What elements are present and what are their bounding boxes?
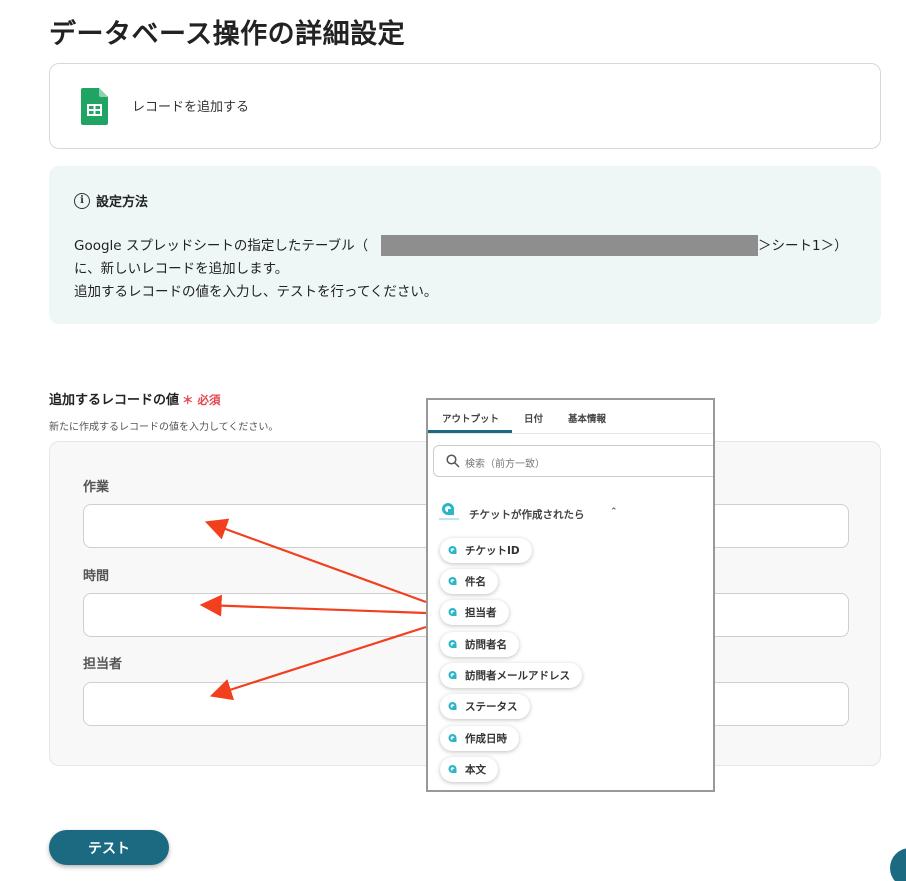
channel-talk-icon [448, 607, 457, 616]
output-chip-label: 担当者 [465, 607, 497, 619]
info-title: 設定方法 [96, 195, 149, 210]
field-label-sagyo: 作業 [83, 480, 110, 495]
output-chip-label: 件名 [465, 576, 486, 588]
tab-basic-info[interactable]: 基本情報 [568, 411, 606, 425]
tab-output[interactable]: アウトプット [442, 411, 499, 425]
output-chip[interactable]: 件名 [440, 569, 498, 594]
output-chip-label: 作成日時 [465, 733, 507, 745]
page-title: データベース操作の詳細設定 [49, 19, 406, 50]
info-body: Google スプレッドシートの指定したテーブル（ ＞シート1＞） に、新しいレ… [74, 235, 848, 304]
channel-talk-icon [448, 639, 457, 648]
help-bubble[interactable] [890, 848, 906, 881]
google-sheets-icon [81, 88, 108, 125]
record-field-description: 新たに作成するレコードの値を入力してください。 [49, 422, 279, 433]
info-line1-end: ＞シート1＞） [758, 238, 848, 254]
output-chip[interactable]: 担当者 [440, 600, 509, 625]
info-icon: i [74, 192, 90, 209]
channel-talk-icon [448, 545, 457, 554]
output-chip[interactable]: 訪問者名 [440, 632, 519, 657]
channel-talk-icon [448, 670, 457, 679]
info-line-3: 追加するレコードの値を入力し、テストを行ってください。 [74, 284, 438, 300]
info-box: i 設定方法 Google スプレッドシートの指定したテーブル（ ＞シート1＞）… [49, 166, 881, 324]
info-header: i 設定方法 [74, 191, 148, 210]
output-chip-label: 訪問者名 [465, 639, 507, 651]
output-chip[interactable]: ステータス [440, 694, 530, 719]
field-label-tantousha: 担当者 [83, 657, 123, 672]
output-picker-popup: アウトプット 日付 基本情報 検索（前方一致） チケットが作成されたら ⌃ チケ… [426, 398, 715, 792]
field-label-jikan: 時間 [83, 569, 110, 584]
channel-talk-icon [448, 733, 457, 742]
output-chip-label: 本文 [465, 764, 486, 776]
tab-date[interactable]: 日付 [524, 411, 543, 425]
output-chip-label: 訪問者メールアドレス [465, 670, 570, 682]
channel-talk-icon [448, 764, 457, 773]
action-card[interactable]: レコードを追加する [49, 63, 881, 149]
info-line-1: Google スプレッドシートの指定したテーブル（ ＞シート1＞） [74, 235, 848, 258]
channel-talk-icon [448, 701, 457, 710]
output-chip[interactable]: 作成日時 [440, 726, 519, 751]
search-input[interactable]: 検索（前方一致） [433, 445, 713, 477]
test-button[interactable]: テスト [49, 830, 169, 865]
required-badge: ＊ 必須 [182, 393, 221, 407]
info-line-2: に、新しいレコードを追加します。 [74, 261, 289, 277]
output-chip-label: チケットID [465, 545, 520, 557]
channel-talk-logo [439, 503, 459, 520]
search-icon [446, 454, 460, 468]
output-chip[interactable]: 訪問者メールアドレス [440, 663, 582, 688]
action-label: レコードを追加する [132, 100, 250, 115]
record-field-title-text: 追加するレコードの値 [49, 393, 180, 408]
source-group-header[interactable]: チケットが作成されたら ⌃ [438, 501, 708, 525]
source-label: チケットが作成されたら [469, 509, 585, 521]
record-field-title: 追加するレコードの値＊ 必須 [49, 389, 221, 408]
output-chip[interactable]: 本文 [440, 757, 498, 782]
channel-talk-icon [448, 576, 457, 585]
popup-tabs: アウトプット 日付 基本情報 [428, 400, 713, 434]
search-placeholder: 検索（前方一致） [465, 459, 545, 470]
chevron-up-icon[interactable]: ⌃ [610, 507, 618, 517]
redacted-block [381, 235, 758, 256]
output-chip-label: ステータス [465, 701, 518, 713]
info-line1-start: Google スプレッドシートの指定したテーブル（ [74, 238, 369, 254]
active-tab-indicator [428, 430, 512, 433]
output-chip[interactable]: チケットID [440, 538, 532, 563]
